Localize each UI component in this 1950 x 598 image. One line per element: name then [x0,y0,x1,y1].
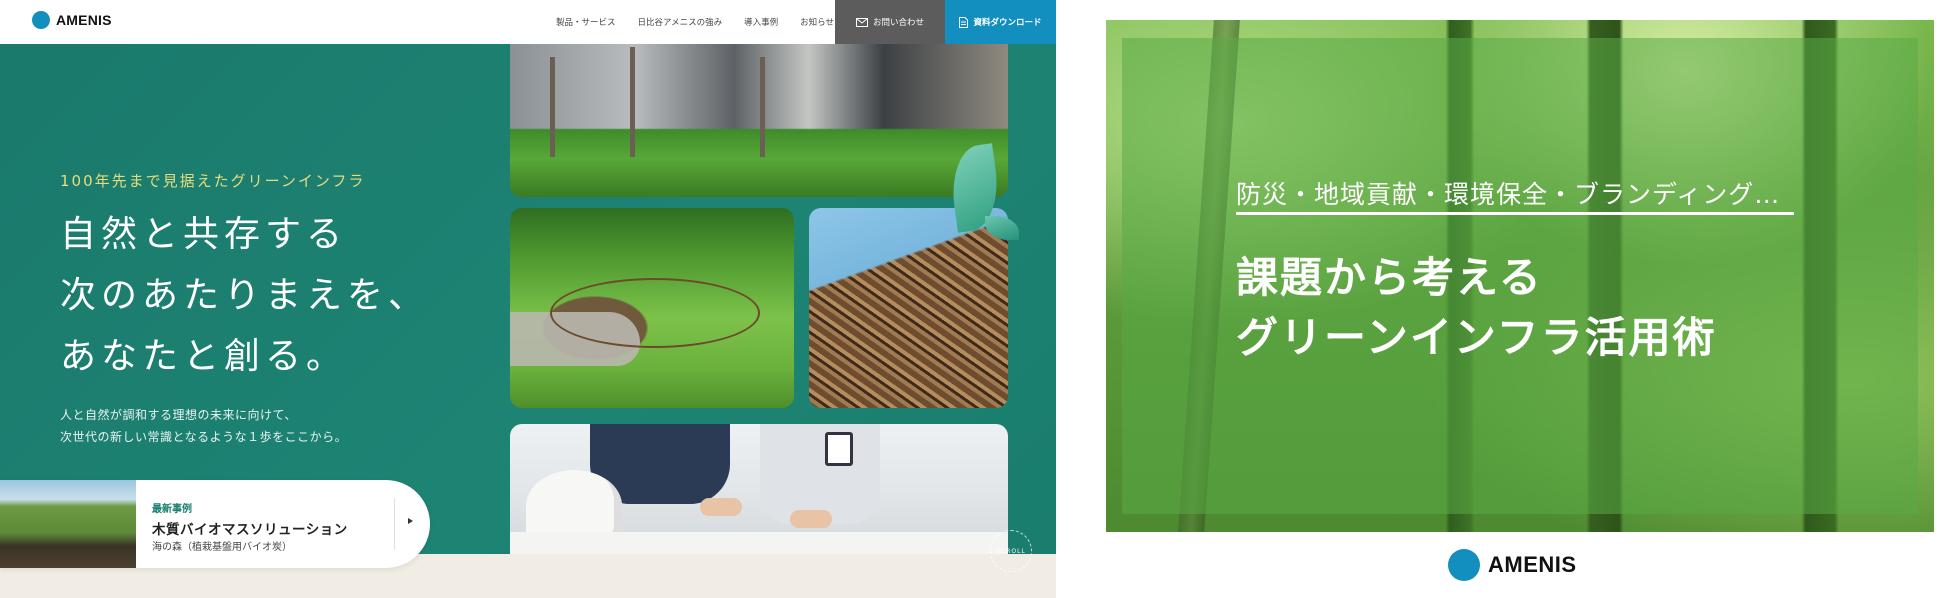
promo-banner[interactable]: 防災・地域貢献・環境保全・ブランディング… 課題から考える グリーンインフラ活用… [1106,20,1934,532]
latest-case-subtitle: 海の森（植栽基盤用バイオ炭） [152,542,292,553]
nav-item-products[interactable]: 製品・サービス [556,16,616,28]
photo-wood-chips [809,208,1008,408]
banner-title-line-1: 課題から考える [1236,253,1543,302]
divider [394,498,395,550]
person-light-shirt [760,424,880,524]
download-button[interactable]: 資料ダウンロード [945,0,1056,44]
document-icon [959,16,969,28]
photo-engineers-planning [510,424,1008,554]
tree-trunk [760,57,765,157]
hero-lead: 人と自然が調和する理想の未来に向けて、 次世代の新しい常識となるような１歩をここ… [60,404,347,448]
latest-case-title: 木質バイオマスソリューション [152,522,348,538]
banner-underline [1236,212,1794,215]
logo-text: AMENIS [1488,552,1577,577]
website-preview: 100年先まで見据えたグリーンインフラ 自然と共存する 次のあたりまえを、 あな… [0,0,1056,598]
mail-icon [855,17,868,27]
latest-case-thumbnail [0,480,136,568]
logo-circle-icon [32,11,50,29]
nav-item-news[interactable]: お知らせ [800,16,834,28]
hero-headline-line-2: 次のあたりまえを、 [60,275,430,316]
download-label: 資料ダウンロード [973,18,1042,28]
nav-item-cases[interactable]: 導入事例 [744,16,778,28]
blueprint-paper [510,532,1008,554]
logo-text: AMENIS [56,12,112,28]
contact-button[interactable]: お問い合わせ [835,0,945,44]
hero-lead-line-1: 人と自然が調和する理想の未来に向けて、 [60,408,297,422]
banner-title: 課題から考える グリーンインフラ活用術 [1236,248,1717,368]
chevron-right-icon[interactable] [408,518,413,524]
banner-logo: AMENIS [1448,549,1577,581]
latest-case-tag: 最新事例 [152,504,192,515]
tree-trunk [550,57,555,157]
contact-label: お問い合わせ [872,18,924,28]
logo-circle-icon [1448,549,1480,581]
site-logo[interactable]: AMENIS [32,11,112,29]
scroll-label: SCROLL [996,547,1026,555]
main-nav: 製品・サービス 日比谷アメニスの強み 導入事例 お知らせ [556,0,834,44]
hero-lead-line-2: 次世代の新しい常識となるような１歩をここから。 [60,430,348,444]
latest-case-card[interactable]: 最新事例 木質バイオマスソリューション 海の森（植栽基盤用バイオ炭） [0,480,430,568]
hero-headline: 自然と共存する 次のあたりまえを、 あなたと創る。 [60,204,429,387]
hand [790,510,832,528]
id-badge-icon [825,432,853,466]
planting-bed [550,278,760,348]
hero-headline-line-3: あなたと創る。 [60,336,348,377]
photo-rain-garden [510,208,794,408]
banner-title-line-2: グリーンインフラ活用術 [1236,313,1717,362]
screenshot-stage: 100年先まで見据えたグリーンインフラ 自然と共存する 次のあたりまえを、 あな… [0,0,1950,598]
hand [700,498,742,516]
photo-building-garden [510,44,1008,197]
site-header: AMENIS 製品・サービス 日比谷アメニスの強み 導入事例 お知らせ お問い合… [0,0,1056,44]
hero-eyebrow: 100年先まで見据えたグリーンインフラ [60,172,366,190]
tree-trunk [630,47,635,157]
hero-headline-line-1: 自然と共存する [60,214,348,255]
banner-kicker: 防災・地域貢献・環境保全・ブランディング… [1236,180,1781,209]
scroll-indicator[interactable]: SCROLL [990,530,1032,572]
nav-item-strengths[interactable]: 日比谷アメニスの強み [638,16,723,28]
